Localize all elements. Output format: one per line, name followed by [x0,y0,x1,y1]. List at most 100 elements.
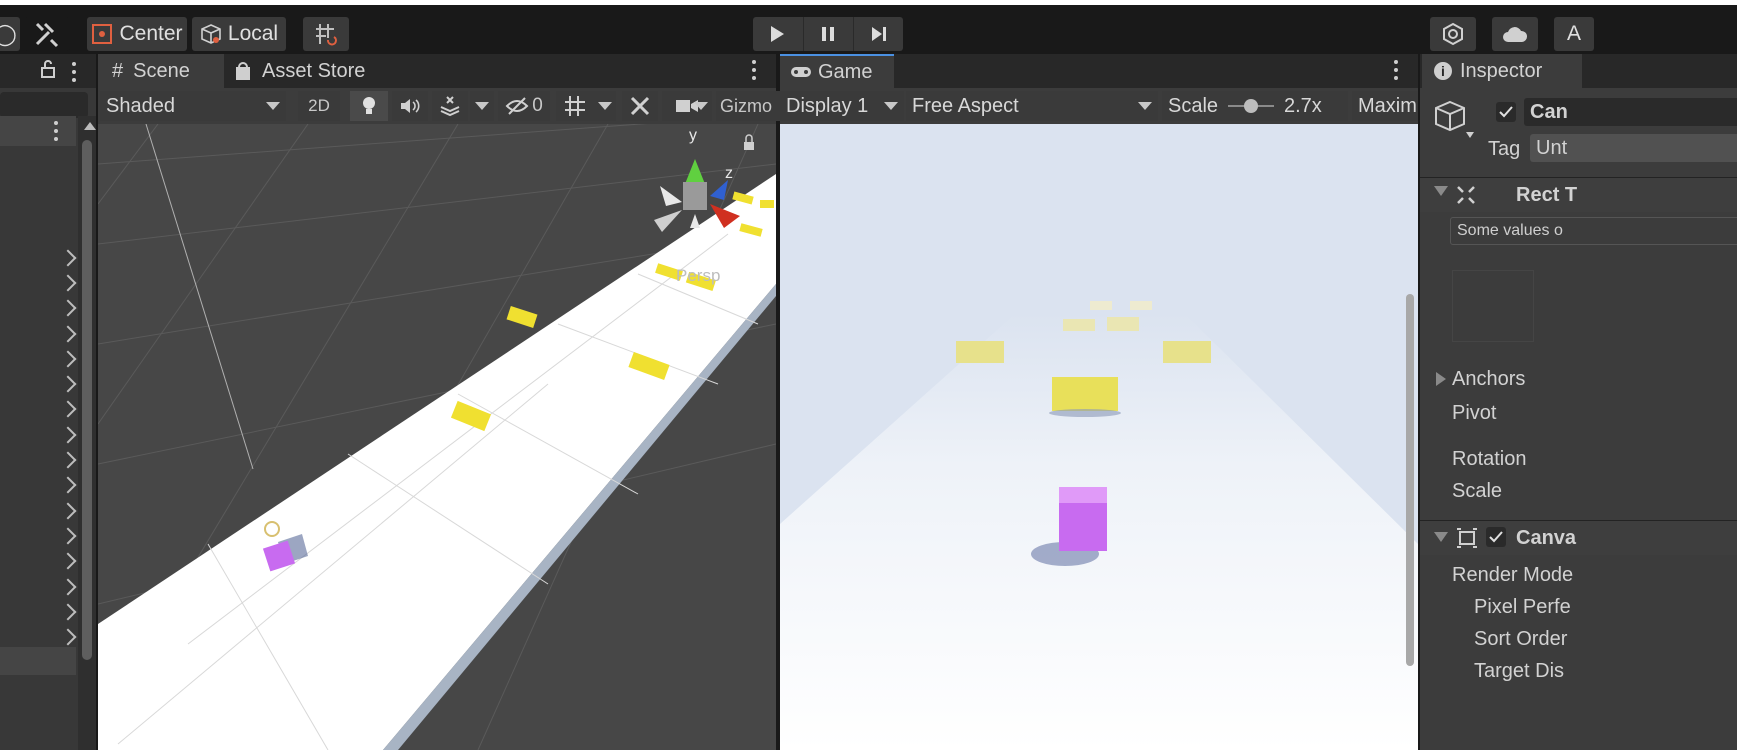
inspector-tab-bar: i Inspector [1420,54,1737,88]
active-checkbox[interactable] [1496,102,1516,122]
lighting-toggle-button[interactable] [350,91,388,121]
game-menu-icon[interactable] [1394,60,1398,84]
scene-menu-icon[interactable] [752,60,756,84]
local-cube-icon [201,24,221,44]
rect-transform-header[interactable]: Rect T [1420,177,1737,212]
2d-toggle-button[interactable]: 2D [298,91,340,121]
expand-arrow-icon[interactable] [1436,372,1446,386]
hierarchy-search-input[interactable] [0,92,88,118]
expand-arrow-icon[interactable] [59,274,77,292]
road-surface [98,174,776,750]
scale-label: Scale [1168,94,1219,117]
expand-arrow-icon[interactable] [59,451,77,469]
expand-arrow-icon[interactable] [59,502,77,520]
game-scrollbar-thumb[interactable] [1406,294,1414,666]
expand-arrow-icon[interactable] [59,527,77,545]
scale-value: 2.7x [1284,94,1322,117]
checkmark-icon [1489,531,1503,543]
lock-icon[interactable] [40,59,56,79]
tab-asset-store-label: Asset Store [262,59,366,82]
collapse-arrow-icon[interactable] [1434,532,1448,542]
cloud-button[interactable] [1492,17,1538,51]
pivot-local-button[interactable]: Local [192,17,286,51]
hierarchy-menu-icon[interactable] [72,62,76,86]
audio-toggle-button[interactable] [392,91,428,121]
hierarchy-selected-row[interactable] [0,647,76,675]
gizmos-label: Gizmo [720,95,773,116]
gizmo-y-label: y [689,127,697,144]
expand-arrow-icon[interactable] [59,325,77,343]
step-button[interactable] [853,17,904,51]
play-button[interactable] [753,17,801,51]
rect-transform-icon [1457,186,1475,204]
scale-thumb[interactable] [1244,99,1258,113]
some-values-text: Some values o [1457,222,1563,239]
expand-arrow-icon[interactable] [59,628,77,646]
tab-game[interactable]: Game [780,54,894,88]
object-name-field[interactable]: Can [1524,98,1737,126]
expand-arrow-icon[interactable] [59,249,77,267]
gamepad-icon [791,67,811,77]
tools-overlay-button[interactable] [622,91,658,121]
expand-arrow-icon[interactable] [59,426,77,444]
expand-arrow-icon[interactable] [59,299,77,317]
tag-value: Unt [1536,136,1568,159]
expand-arrow-icon[interactable] [59,350,77,368]
tag-dropdown[interactable]: Unt [1530,134,1737,162]
gizmo-lock-icon[interactable] [744,134,754,150]
render-mode-label: Render Mode [1452,564,1574,586]
scene-menu-icon[interactable] [54,121,58,145]
cloud-icon [1503,27,1528,42]
game-tab-bar: Game [780,54,1418,88]
game-toolbar: Display 1 Free Aspect Scale 2.7x Maxim [780,88,1418,125]
anchors-label[interactable]: Anchors [1452,368,1525,391]
collab-button[interactable] [1430,17,1476,51]
grid-snap-button[interactable] [303,17,349,51]
effects-dropdown[interactable] [470,91,494,121]
grid-toggle-button[interactable] [556,91,594,121]
grid-dropdown[interactable] [594,91,616,121]
anchor-presets-button[interactable] [1452,270,1534,342]
orientation-gizmo[interactable]: y z [654,127,740,232]
tab-asset-store[interactable]: Asset Store [230,54,380,88]
account-button[interactable]: ◯ [0,17,20,51]
grid-hash-icon: # [112,59,124,82]
eye-slash-icon [505,97,529,115]
pivot-center-button[interactable]: Center [87,17,187,51]
hierarchy-scrollbar[interactable] [78,116,96,750]
target-display-label: Target Dis [1474,660,1565,682]
expand-arrow-icon[interactable] [59,552,77,570]
tools-button[interactable] [24,17,70,51]
canvas-header[interactable]: Canva [1420,520,1737,555]
expand-arrow-icon[interactable] [59,476,77,494]
expand-arrow-icon[interactable] [59,400,77,418]
pause-button[interactable] [803,17,852,51]
canvas-enabled-checkbox[interactable] [1486,527,1506,547]
effects-toggle-button[interactable] [432,91,468,121]
tab-scene[interactable]: # Scene [98,54,224,88]
display-dropdown[interactable]: Display 1 [780,91,904,121]
expand-arrow-icon[interactable] [59,375,77,393]
object-name-value: Can [1530,100,1568,123]
game-viewport[interactable] [780,124,1418,750]
shading-mode-dropdown[interactable]: Shaded [100,91,286,121]
scroll-up-arrow-icon[interactable] [84,122,96,130]
tab-inspector[interactable]: i Inspector [1422,54,1582,88]
expand-arrow-icon[interactable] [59,603,77,621]
account-dropdown[interactable]: A [1554,17,1594,51]
speaker-icon [401,99,420,113]
scene-camera-button[interactable] [662,91,712,121]
aspect-dropdown[interactable]: Free Aspect [906,91,1158,121]
expand-arrow-icon[interactable] [59,578,77,596]
maximize-button[interactable]: Maxim [1352,91,1418,121]
gizmos-dropdown[interactable]: Gizmo [716,91,780,121]
collapse-arrow-icon[interactable] [1434,186,1448,196]
hierarchy-scene-row[interactable] [0,116,76,146]
hierarchy-scroll-thumb[interactable] [82,140,92,660]
checkmark-icon [1499,106,1513,118]
tag-label: Tag [1488,138,1521,160]
scene-viewport[interactable]: y z Persp [98,124,776,750]
hidden-objects-button[interactable]: 0 [498,91,550,121]
scale-slider[interactable]: Scale 2.7x [1162,91,1348,121]
collab-icon [1443,22,1463,46]
